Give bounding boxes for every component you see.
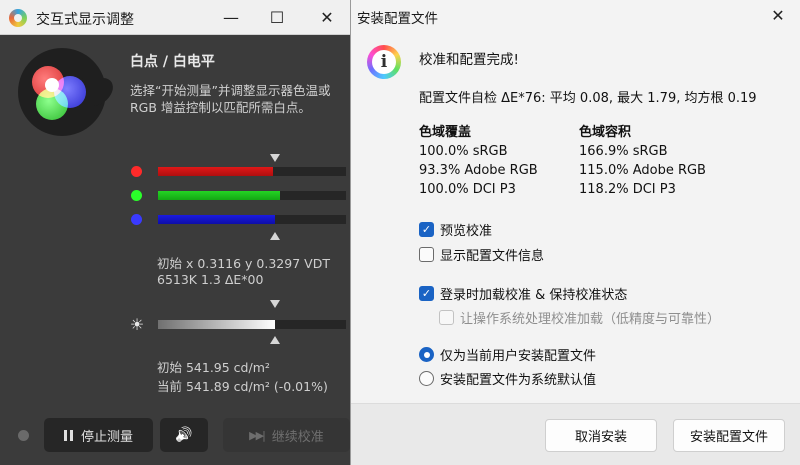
os-handle-calibration-label: 让操作系统处理校准加载（低精度与可靠性） [460,312,721,327]
install-current-user-radio[interactable]: 仅为当前用户安装配置文件 [419,345,596,364]
red-channel-dot [131,166,142,177]
continue-calibration-label: 继续校准 [271,429,324,445]
gamut-volume-srgb: 166.9% sRGB [579,144,668,159]
section-description: 选择“开始测量”并调整显示器色温或 RGB 增益控制以匹配所需白点。 [130,83,331,115]
gamut-volume-adobergb: 115.0% Adobe RGB [579,163,706,178]
preview-calibration-label: 预览校准 [440,224,493,239]
install-system-default-radio[interactable]: 安装配置文件为系统默认值 [419,369,596,388]
install-profile-dialog: 安装配置文件 ✕ i 校准和配置完成! 配置文件自检 ΔE*76: 平均 0.0… [350,0,800,465]
rgb-target-marker-bottom [270,232,280,240]
minimize-icon[interactable]: — [208,0,254,35]
show-profile-info-checkbox[interactable]: 显示配置文件信息 [419,245,544,264]
displaycal-app-icon [9,9,27,27]
gamut-coverage-dcip3: 100.0% DCI P3 [419,182,516,197]
gamut-coverage-adobergb: 93.3% Adobe RGB [419,163,538,178]
green-channel-dot [131,190,142,201]
dialog-close-icon[interactable]: ✕ [765,4,791,26]
luminance-bar [158,320,346,329]
section-title: 白点 / 白电平 [130,54,215,70]
blue-channel-fill [158,215,275,224]
white-center-icon [45,78,59,92]
gamut-coverage-column: 色域覆盖 100.0% sRGB 93.3% Adobe RGB 100.0% … [419,123,538,199]
left-window-title: 交互式显示调整 [36,12,134,28]
left-title-bar[interactable]: 交互式显示调整 — ☐ ✕ [0,0,350,35]
luminance-fill [158,320,275,329]
luminance-initial-readout: 初始 541.95 cd/m² [157,360,270,375]
checkbox-unchecked-icon[interactable] [419,247,434,262]
speaker-icon: 🔊 [175,427,193,443]
red-channel-fill [158,167,273,176]
checkbox-checked-icon[interactable]: ✓ [419,286,434,301]
interactive-display-adjustment-window: 交互式显示调整 — ☐ ✕ 白点 / 白电平 选择“开始测量”并调整显示器色温或… [0,0,350,465]
continue-calibration-button[interactable]: ▶▶| 继续校准 [223,418,350,452]
blue-channel-dot [131,214,142,225]
checkbox-disabled-icon [439,310,454,325]
luminance-current-readout: 当前 541.89 cd/m² (-0.01%) [157,379,328,394]
gamut-coverage-srgb: 100.0% sRGB [419,144,508,159]
stop-measurement-label: 停止测量 [80,429,133,445]
dialog-title-bar[interactable]: 安装配置文件 ✕ [351,0,800,31]
load-calibration-on-login-label: 登录时加载校准 & 保持校准状态 [440,288,628,303]
stop-measurement-button[interactable]: 停止测量 [44,418,153,452]
info-icon: i [367,45,401,79]
green-channel-fill [158,191,281,200]
sun-icon: ☀ [129,314,145,334]
green-light-icon [36,88,68,120]
luminance-target-marker-top [270,300,280,308]
install-system-default-label: 安装配置文件为系统默认值 [440,373,597,388]
skip-forward-icon: ▶▶| [249,428,266,442]
red-channel-bar [158,167,346,176]
measurement-status-indicator [18,430,29,441]
sound-toggle-button[interactable]: 🔊 [160,418,208,452]
install-profile-button[interactable]: 安装配置文件 [673,419,785,452]
initial-cct-readout: 6513K 1.3 ΔE*00 [157,272,264,287]
radio-selected-icon[interactable] [419,347,434,362]
gamut-volume-header: 色域容积 [579,125,632,140]
install-current-user-label: 仅为当前用户安装配置文件 [440,349,597,364]
dialog-footer: 取消安装 安装配置文件 [351,403,800,465]
radio-unselected-icon[interactable] [419,371,434,386]
pause-icon [63,429,73,441]
completion-message: 校准和配置完成! [419,52,519,68]
rgb-whitepoint-icon [18,48,106,136]
close-icon[interactable]: ✕ [304,0,350,35]
show-profile-info-label: 显示配置文件信息 [440,249,545,264]
checkbox-checked-icon[interactable]: ✓ [419,222,434,237]
preview-calibration-checkbox[interactable]: ✓ 预览校准 [419,220,492,239]
profile-selfcheck-summary: 配置文件自检 ΔE*76: 平均 0.08, 最大 1.79, 均方根 0.19 [419,91,757,106]
cancel-install-button[interactable]: 取消安装 [545,419,657,452]
initial-xy-readout: 初始 x 0.3116 y 0.3297 VDT [157,256,330,271]
os-handle-calibration-checkbox[interactable]: 让操作系统处理校准加载（低精度与可靠性） [439,308,720,327]
blue-channel-bar [158,215,346,224]
gamut-coverage-header: 色域覆盖 [419,125,472,140]
load-calibration-on-login-checkbox[interactable]: ✓ 登录时加载校准 & 保持校准状态 [419,284,627,303]
gamut-volume-column: 色域容积 166.9% sRGB 115.0% Adobe RGB 118.2%… [579,123,706,199]
rgb-target-marker-top [270,154,280,162]
maximize-icon[interactable]: ☐ [254,0,300,35]
gamut-volume-dcip3: 118.2% DCI P3 [579,182,676,197]
green-channel-bar [158,191,346,200]
dialog-title: 安装配置文件 [357,11,438,27]
luminance-target-marker-bottom [270,336,280,344]
info-letter: i [372,50,396,74]
